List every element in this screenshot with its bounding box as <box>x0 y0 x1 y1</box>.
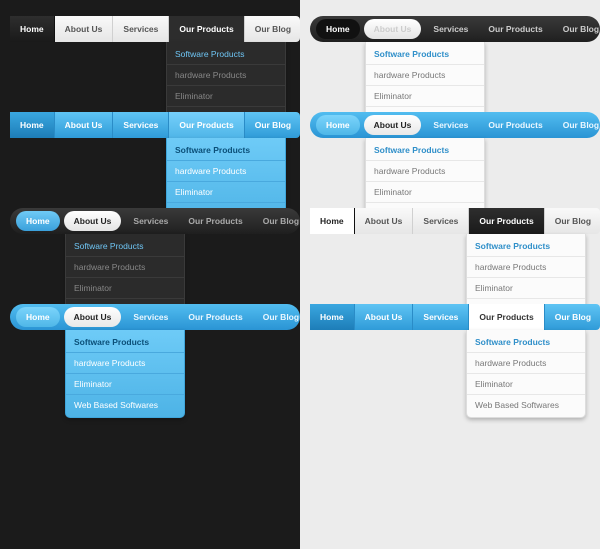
dropdown-item[interactable]: Software Products <box>66 236 184 257</box>
nav-item-about[interactable]: About Us <box>55 16 114 42</box>
nav-item-products[interactable]: Our Products <box>478 16 552 42</box>
dropdown-item[interactable]: hardware Products <box>366 65 484 86</box>
dropdown-item[interactable]: Software Products <box>167 44 285 65</box>
nav-item-services[interactable]: Services <box>113 16 169 42</box>
nav-item-blog[interactable]: Our Blog <box>245 16 302 42</box>
nav-item-about[interactable]: About Us <box>364 19 422 39</box>
nav-square-dark: Home About Us Services Our Products Our … <box>310 208 600 234</box>
dropdown-item[interactable]: Software Products <box>66 332 184 353</box>
nav-item-services[interactable]: Services <box>413 304 469 330</box>
nav-item-products[interactable]: Our Products <box>469 208 544 234</box>
dropdown-item[interactable]: hardware Products <box>66 353 184 374</box>
dropdown-item[interactable]: hardware Products <box>467 353 585 374</box>
nav-pill-dark: Home About Us Services Our Products Our … <box>10 208 300 234</box>
dropdown-item[interactable]: Eliminator <box>467 374 585 395</box>
dropdown-blue: Software Products hardware Products Elim… <box>65 330 185 418</box>
dropdown-item[interactable]: hardware Products <box>66 257 184 278</box>
nav-item-about[interactable]: About Us <box>364 115 422 135</box>
nav-item-products[interactable]: Our Products <box>478 112 552 138</box>
nav-item-home[interactable]: Home <box>310 304 355 330</box>
nav-item-about[interactable]: About Us <box>355 208 414 234</box>
dropdown-item[interactable]: Eliminator <box>366 86 484 107</box>
dropdown-item[interactable]: Eliminator <box>66 278 184 299</box>
nav-item-services[interactable]: Services <box>413 208 469 234</box>
dropdown-item[interactable]: Eliminator <box>167 86 285 107</box>
nav-item-products[interactable]: Our Products <box>178 304 252 330</box>
nav-item-products[interactable]: Our Products <box>469 304 544 330</box>
dropdown-item[interactable]: hardware Products <box>167 161 285 182</box>
nav-pill-blue: Home About Us Services Our Products Our … <box>310 112 600 138</box>
nav-item-home[interactable]: Home <box>10 112 55 138</box>
nav-item-products[interactable]: Our Products <box>169 16 244 42</box>
dropdown-item[interactable]: Eliminator <box>66 374 184 395</box>
nav-item-blog[interactable]: Our Blog <box>553 112 600 138</box>
dropdown-item[interactable]: Web Based Softwares <box>467 395 585 415</box>
nav-item-about[interactable]: About Us <box>64 307 122 327</box>
dropdown-item[interactable]: Eliminator <box>366 182 484 203</box>
nav-item-blog[interactable]: Our Blog <box>245 112 302 138</box>
nav-item-home[interactable]: Home <box>310 208 355 234</box>
nav-item-products[interactable]: Our Products <box>169 112 244 138</box>
dropdown-item[interactable]: Software Products <box>366 44 484 65</box>
dropdown-item[interactable]: Software Products <box>366 140 484 161</box>
nav-item-services[interactable]: Services <box>423 16 478 42</box>
nav-item-about[interactable]: About Us <box>55 112 114 138</box>
nav-item-services[interactable]: Services <box>113 112 169 138</box>
dropdown-item[interactable]: Eliminator <box>167 182 285 203</box>
dropdown-item[interactable]: hardware Products <box>366 161 484 182</box>
nav-item-services[interactable]: Services <box>423 112 478 138</box>
nav-item-home[interactable]: Home <box>16 211 60 231</box>
nav-item-home[interactable]: Home <box>16 307 60 327</box>
nav-pill-blue: Home About Us Services Our Products Our … <box>10 304 300 330</box>
nav-pill-dark: Home About Us Services Our Products Our … <box>310 16 600 42</box>
nav-item-about[interactable]: About Us <box>355 304 414 330</box>
dropdown-white: Software Products hardware Products Elim… <box>466 330 586 418</box>
nav-item-services[interactable]: Services <box>123 208 178 234</box>
dropdown-item[interactable]: hardware Products <box>467 257 585 278</box>
dropdown-item[interactable]: Software Products <box>467 236 585 257</box>
nav-item-blog[interactable]: Our Blog <box>545 304 600 330</box>
dropdown-item[interactable]: Software Products <box>167 140 285 161</box>
dropdown-item[interactable]: Eliminator <box>467 278 585 299</box>
nav-square-dark: Home About Us Services Our Products Our … <box>10 16 300 42</box>
nav-item-home[interactable]: Home <box>316 115 360 135</box>
dropdown-item[interactable]: Web Based Softwares <box>66 395 184 415</box>
nav-item-home[interactable]: Home <box>316 19 360 39</box>
nav-square-blue: Home About Us Services Our Products Our … <box>310 304 600 330</box>
nav-item-products[interactable]: Our Products <box>178 208 252 234</box>
dropdown-item[interactable]: hardware Products <box>167 65 285 86</box>
nav-item-about[interactable]: About Us <box>64 211 122 231</box>
nav-item-blog[interactable]: Our Blog <box>553 16 600 42</box>
dropdown-item[interactable]: Software Products <box>467 332 585 353</box>
nav-square-blue: Home About Us Services Our Products Our … <box>10 112 300 138</box>
nav-item-services[interactable]: Services <box>123 304 178 330</box>
nav-item-blog[interactable]: Our Blog <box>545 208 600 234</box>
nav-item-home[interactable]: Home <box>10 16 55 42</box>
